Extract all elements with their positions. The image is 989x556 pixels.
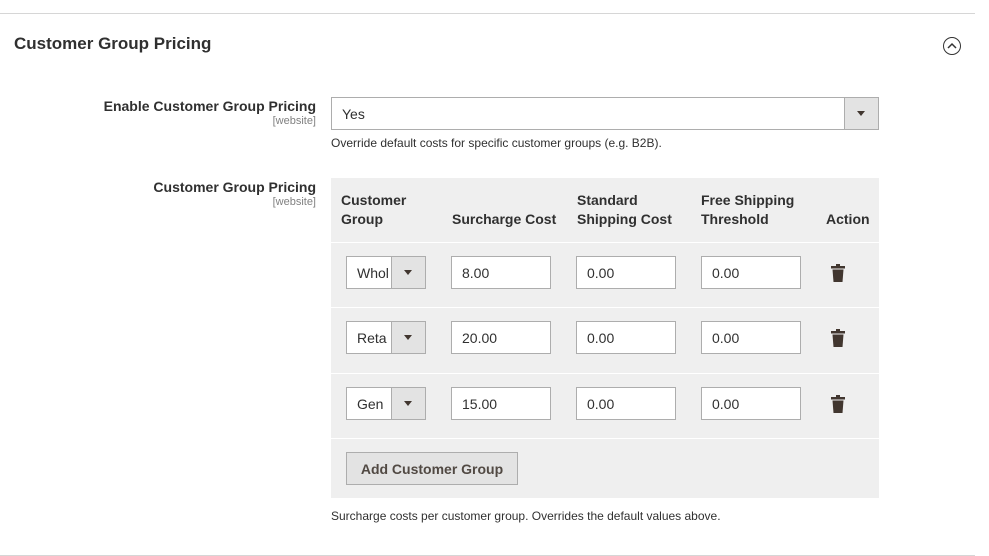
header-standard-line2: Shipping Cost — [577, 211, 672, 227]
header-free-line1: Free Shipping — [701, 192, 795, 208]
customer-group-select[interactable]: Reta — [346, 321, 426, 354]
row-divider — [331, 307, 879, 308]
customer-group-select[interactable]: Gen — [346, 387, 426, 420]
standard-shipping-input[interactable] — [576, 256, 676, 289]
chevron-down-icon — [404, 270, 412, 275]
free-shipping-threshold-input[interactable] — [701, 387, 801, 420]
header-standard-shipping: Standard Shipping Cost — [577, 191, 672, 229]
pricing-grid-scope: [website] — [272, 196, 316, 208]
pricing-grid-note: Surcharge costs per customer group. Over… — [331, 509, 721, 523]
row-divider — [331, 373, 879, 374]
enable-pricing-label: Enable Customer Group Pricing — [103, 98, 316, 114]
header-action: Action — [826, 211, 870, 227]
select-arrow — [844, 98, 878, 129]
header-customer-group: Customer Group — [341, 191, 406, 229]
enable-pricing-note: Override default costs for specific cust… — [331, 136, 662, 150]
trash-icon[interactable] — [831, 395, 845, 413]
customer-group-value: Whol — [357, 265, 389, 281]
surcharge-input[interactable] — [451, 387, 551, 420]
select-arrow — [391, 388, 425, 419]
standard-shipping-input[interactable] — [576, 387, 676, 420]
trash-icon[interactable] — [831, 329, 845, 347]
row-divider — [331, 438, 879, 439]
header-customer-group-line2: Group — [341, 211, 383, 227]
surcharge-input[interactable] — [451, 256, 551, 289]
chevron-down-icon — [857, 111, 865, 116]
customer-group-value: Reta — [357, 330, 387, 346]
enable-pricing-scope: [website] — [272, 115, 316, 127]
row-divider — [331, 242, 879, 243]
chevron-down-icon — [404, 335, 412, 340]
enable-pricing-value: Yes — [342, 106, 365, 122]
section-top-divider — [0, 13, 975, 14]
select-arrow — [391, 322, 425, 353]
header-customer-group-line1: Customer — [341, 192, 407, 208]
header-surcharge: Surcharge Cost — [452, 211, 557, 227]
select-arrow — [391, 257, 425, 288]
chevron-down-icon — [404, 401, 412, 406]
free-shipping-threshold-input[interactable] — [701, 256, 801, 289]
header-standard-line1: Standard — [577, 192, 638, 208]
free-shipping-threshold-input[interactable] — [701, 321, 801, 354]
customer-group-value: Gen — [357, 396, 384, 412]
trash-icon[interactable] — [831, 264, 845, 282]
standard-shipping-input[interactable] — [576, 321, 676, 354]
enable-pricing-select[interactable]: Yes — [331, 97, 879, 130]
header-free-shipping: Free Shipping Threshold — [701, 191, 794, 229]
collapse-toggle-button[interactable] — [943, 37, 961, 55]
section-title: Customer Group Pricing — [14, 34, 212, 53]
add-customer-group-button[interactable]: Add Customer Group — [346, 452, 518, 485]
header-free-line2: Threshold — [701, 211, 769, 227]
customer-group-select[interactable]: Whol — [346, 256, 426, 289]
pricing-grid-label: Customer Group Pricing — [153, 179, 316, 195]
chevron-up-icon — [947, 42, 957, 49]
surcharge-input[interactable] — [451, 321, 551, 354]
